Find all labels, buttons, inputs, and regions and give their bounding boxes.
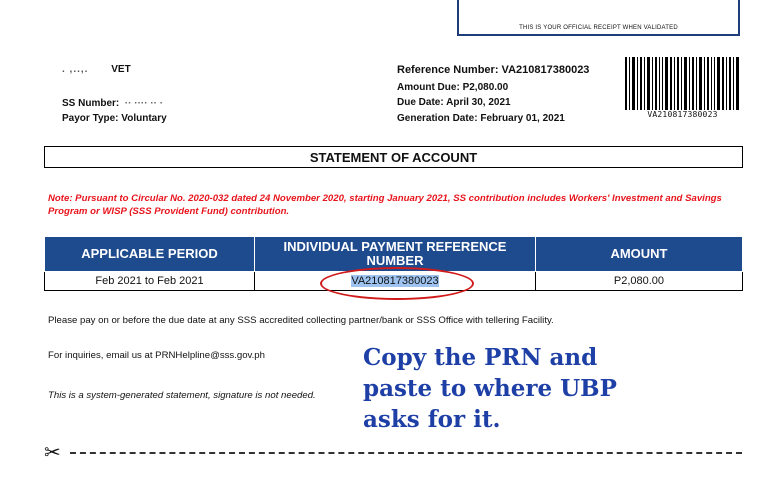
amount-due-value: P2,080.00: [462, 82, 509, 93]
due-date-label: Due Date:: [397, 97, 444, 108]
barcode-text: VA210817380023: [647, 110, 718, 119]
amount-due-label: Amount Due:: [397, 82, 460, 93]
reference-label: Reference Number:: [397, 64, 499, 76]
header-amount: AMOUNT: [534, 236, 744, 272]
generation-date-row: Generation Date: February 01, 2021: [397, 113, 565, 124]
callout-line-2: paste to where UBP: [363, 375, 617, 402]
generation-date-value: February 01, 2021: [480, 113, 565, 124]
payor-name-partial: VET: [111, 64, 131, 75]
ss-number-row: SS Number: ·· ···· ·· ·: [62, 98, 163, 109]
ss-number-label: SS Number:: [62, 98, 120, 109]
cell-amount: P2,080.00: [534, 271, 744, 291]
annotation-callout: Copy the PRN and paste to where UBP asks…: [363, 342, 723, 435]
reference-value: VA210817380023: [501, 64, 590, 76]
inquiries-text: For inquiries, email us at PRNHelpline@s…: [48, 350, 265, 361]
payor-name: . ,..,. VET: [62, 64, 131, 75]
prn-highlight-ellipse: [320, 267, 474, 300]
payor-type-row: Payor Type: Voluntary: [62, 113, 167, 124]
reference-number-row: Reference Number: VA210817380023: [397, 64, 589, 76]
payor-name-redacted: . ,..,.: [62, 64, 89, 75]
wisp-note: Note: Pursuant to Circular No. 2020-032 …: [48, 193, 722, 217]
statement-title: STATEMENT OF ACCOUNT: [44, 146, 743, 168]
payor-type-label: Payor Type:: [62, 113, 119, 124]
payment-instructions: Please pay on or before the due date at …: [48, 315, 554, 326]
receipt-validation-box: THIS IS YOUR OFFICIAL RECEIPT WHEN VALID…: [457, 0, 740, 36]
amount-due-row: Amount Due: P2,080.00: [397, 82, 508, 93]
due-date-row: Due Date: April 30, 2021: [397, 97, 511, 108]
header-applicable-period: APPLICABLE PERIOD: [43, 236, 256, 272]
scissors-icon: ✂: [44, 442, 61, 464]
ss-number-redacted: ·· ···· ·· ·: [122, 98, 164, 109]
generation-date-label: Generation Date:: [397, 113, 478, 124]
cut-line: [70, 452, 742, 454]
due-date-value: April 30, 2021: [446, 97, 511, 108]
callout-line-3: asks for it.: [363, 406, 501, 433]
cell-period: Feb 2021 to Feb 2021: [43, 271, 256, 291]
barcode-icon: [625, 57, 739, 110]
payor-type-value: Voluntary: [121, 113, 167, 124]
callout-line-1: Copy the PRN and: [363, 344, 598, 371]
system-generated-note: This is a system-generated statement, si…: [48, 390, 316, 401]
receipt-note: THIS IS YOUR OFFICIAL RECEIPT WHEN VALID…: [519, 25, 678, 31]
